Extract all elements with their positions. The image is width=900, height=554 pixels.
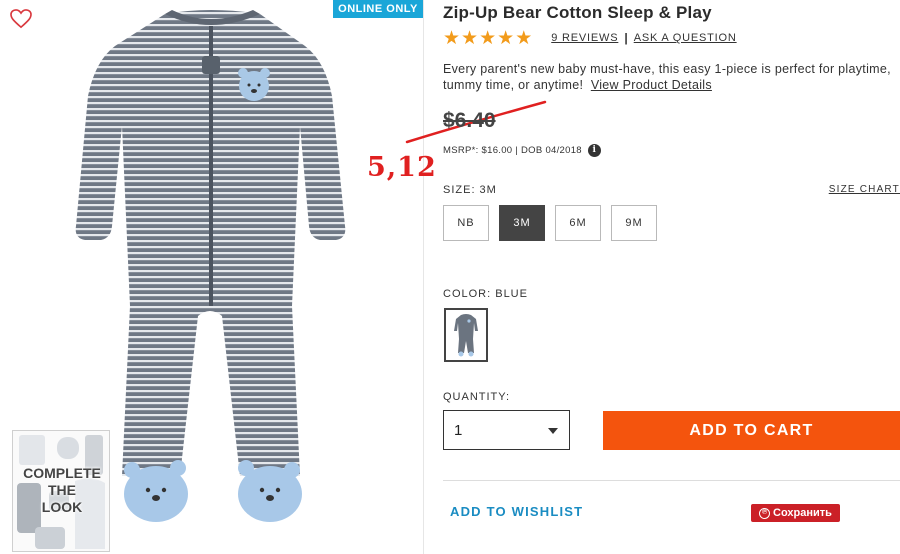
- star-icon: ★: [479, 27, 497, 49]
- chevron-down-icon: [548, 428, 558, 434]
- link-separator: |: [624, 31, 628, 45]
- star-icon: ★: [497, 27, 515, 49]
- size-chart-link[interactable]: SIZE CHART: [829, 184, 900, 195]
- size-options: NB 3M 6M 9M: [443, 205, 657, 241]
- swatch-thumbnail: [454, 314, 478, 357]
- msrp-text: MSRP*: $16.00 | DOB 04/2018: [443, 145, 582, 156]
- pinterest-save-label: Сохранить: [773, 507, 832, 519]
- size-option-6m[interactable]: 6M: [555, 205, 601, 241]
- reviews-link[interactable]: 9 REVIEWS: [551, 32, 618, 44]
- add-to-cart-button[interactable]: ADD TO CART: [603, 411, 900, 450]
- heart-icon[interactable]: [10, 9, 32, 29]
- product-image-panel: ONLINE ONLY COMPLETE THE LOOK: [0, 0, 424, 554]
- pinterest-save-button[interactable]: ℗ Сохранить: [751, 504, 840, 522]
- complete-the-look-thumbnail[interactable]: COMPLETE THE LOOK: [12, 430, 110, 552]
- rating-row: ★ ★ ★ ★ ★ 9 REVIEWS | ASK A QUESTION: [443, 28, 737, 48]
- complete-look-line-2: THE: [48, 482, 76, 498]
- complete-look-line-1: COMPLETE: [23, 465, 101, 481]
- view-product-details-link[interactable]: View Product Details: [591, 78, 712, 92]
- product-details-panel: Zip-Up Bear Cotton Sleep & Play ★ ★ ★ ★ …: [443, 0, 900, 554]
- quantity-value: 1: [454, 421, 463, 439]
- size-option-nb[interactable]: NB: [443, 205, 489, 241]
- color-swatch-blue[interactable]: [444, 308, 488, 362]
- size-option-9m[interactable]: 9M: [611, 205, 657, 241]
- quantity-label: QUANTITY:: [443, 391, 511, 403]
- star-icon: ★: [443, 27, 461, 49]
- size-option-3m[interactable]: 3M: [499, 205, 545, 241]
- complete-look-label: COMPLETE THE LOOK: [13, 465, 109, 516]
- sale-price: $6.40: [443, 109, 496, 132]
- pinterest-icon: ℗: [759, 507, 771, 519]
- ask-question-link[interactable]: ASK A QUESTION: [634, 32, 737, 44]
- add-to-wishlist-link[interactable]: ADD TO WISHLIST: [450, 504, 583, 519]
- handwritten-price-annotation: 5,12: [367, 152, 437, 183]
- msrp-row: MSRP*: $16.00 | DOB 04/2018 i: [443, 144, 601, 157]
- size-label: SIZE: 3M: [443, 184, 497, 196]
- product-description: Every parent's new baby must-have, this …: [443, 61, 895, 93]
- star-icon: ★: [461, 27, 479, 49]
- product-title: Zip-Up Bear Cotton Sleep & Play: [443, 3, 712, 22]
- divider: [443, 480, 900, 481]
- complete-look-line-3: LOOK: [41, 499, 83, 515]
- info-icon[interactable]: i: [587, 144, 601, 157]
- star-rating: ★ ★ ★ ★ ★: [443, 29, 532, 48]
- color-label: COLOR: BLUE: [443, 288, 528, 300]
- quantity-select[interactable]: 1: [443, 410, 570, 450]
- star-icon: ★: [515, 27, 533, 49]
- product-image[interactable]: [70, 6, 350, 526]
